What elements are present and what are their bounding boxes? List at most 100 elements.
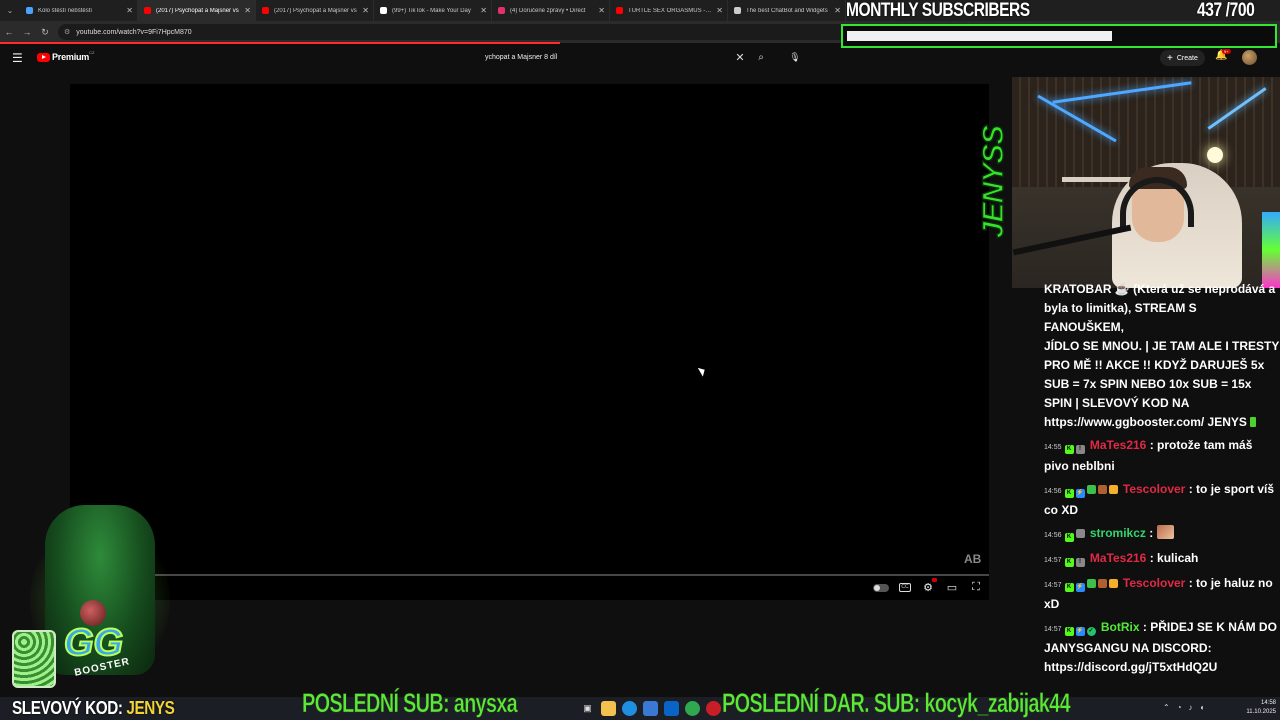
last-gift-sub-banner: POSLEDNÍ DAR. SUB: kocyk_zabijak44 [722,688,1071,719]
player-controls: CC ⚙ ▭ ⛶ [873,578,983,594]
microphone-icon[interactable]: 🎙 [786,48,804,67]
browser-tab[interactable]: TURTLE SEX ORGASMUS - YouTube ✕ [610,0,728,21]
site-info-icon[interactable]: ⚙ [64,28,70,36]
video-progress-bar[interactable] [70,574,989,576]
close-tab-icon[interactable]: ✕ [244,6,251,15]
forward-icon[interactable]: → [18,27,36,37]
chrome-icon[interactable] [685,701,700,716]
close-tab-icon[interactable]: ✕ [598,6,605,15]
chat-username[interactable]: stromikcz [1090,526,1146,540]
network-icon[interactable]: ◔ [1177,703,1182,712]
close-tab-icon[interactable]: ✕ [126,6,133,15]
browser-tab-strip: ⌄ Kolo štěstí nebštěstí ✕ (2017) Psychopa… [0,0,1280,21]
chat-username[interactable]: Tescolover [1123,482,1185,496]
autoplay-toggle[interactable] [873,583,889,592]
speaker-icon[interactable]: ◖ [1200,703,1205,712]
tab-favicon-icon [26,7,33,14]
chat-username[interactable]: BotRix [1101,620,1140,634]
cube-badge-icon [1086,485,1096,494]
browser-tab[interactable]: The best ChatBot and Widgets ✕ [728,0,846,21]
chat-timestamp: 14:57 [1044,582,1062,589]
tab-title: (2017) Psychopat a Majsner vs [156,7,239,14]
create-label: Create [1176,54,1198,62]
chat-username[interactable]: MaTes216 [1090,438,1146,452]
subtitles-icon[interactable]: CC [899,583,911,592]
search-icon[interactable]: ⌕ [751,48,771,67]
logo-text: Premium [52,52,90,62]
browser-tab-active[interactable]: (2017) Psychopat a Majsner vs ✕ [138,0,256,21]
sword-badge-icon [1097,485,1107,494]
tab-title: (4) Doručené zprávy • Direct [510,7,586,14]
settings-icon[interactable]: ⚙ [921,578,937,594]
chat-text: : kulicah [1149,551,1199,565]
tab-search-icon[interactable]: ⌄ [0,0,20,21]
stream-chat: KRATOBAR ☕ (Která už se neprodává a byla… [1036,280,1280,677]
tray-arrow-icon[interactable]: ⌃ [1163,703,1170,712]
back-icon[interactable]: ← [0,27,18,37]
close-tab-icon[interactable]: ✕ [362,6,369,15]
browser-tab[interactable]: (2017) Psychopat a Majsner vs ✕ [256,0,374,21]
verified-badge-icon: ✓ [1086,627,1096,636]
chat-timestamp: 14:56 [1044,488,1062,495]
mouse-cursor-icon [697,365,708,377]
browser-tab[interactable]: (99+) TikTok - Make Your Day ✕ [374,0,492,21]
browser-tab[interactable]: Kolo štěstí nebštěstí ✕ [20,0,138,21]
channel-watermark[interactable]: AB [964,552,981,566]
tab-title: Kolo štěstí nebštěstí [38,7,93,14]
url-field[interactable]: ⚙ youtube.com/watch?v=9Fi7HpcM870 [58,24,878,40]
chat-text: : [1149,526,1154,540]
chat-username[interactable]: MaTes216 [1090,551,1146,565]
create-button[interactable]: + Create [1160,50,1205,66]
search-input[interactable]: ychopat a Majsner 8 díl [480,54,732,61]
subs-goal: /700 [1225,0,1255,21]
avatar[interactable] [1242,50,1257,65]
close-tab-icon[interactable]: ✕ [480,6,487,15]
monthly-subscribers-title: MONTHLY SUBSCRIBERS [846,0,1030,21]
chat-timestamp: 14:56 [1044,532,1062,539]
store-icon[interactable] [643,701,658,716]
chat-line: byla to limitka), STREAM S FANOUŠKEM, [1044,301,1197,334]
subscriber-goal-fill [847,31,1112,41]
chat-line: KRATOBAR ☕ (Která už se neprodává a [1044,282,1276,296]
kick-badge-icon: K [1064,445,1074,454]
edge-icon[interactable] [622,701,637,716]
chat-timestamp: 14:55 [1044,444,1062,451]
close-tab-icon[interactable]: ✕ [834,6,841,15]
chat-message: 14:55 K! MaTes216 : protože tam máš pivo … [1036,436,1280,476]
mail-icon[interactable] [664,701,679,716]
youtube-logo[interactable]: Premium CZ [37,50,94,62]
bolt-badge-icon: ⚡ [1075,583,1085,592]
cube-badge-icon [1086,579,1096,588]
chat-pinned-message: KRATOBAR ☕ (Která už se neprodává a byla… [1036,280,1280,432]
clear-search-icon[interactable]: ✕ [732,51,748,64]
chat-line: PRO MĚ !! AKCE !! KDYŽ DARUJEŠ 5x [1044,358,1265,372]
fullscreen-icon[interactable]: ⛶ [969,581,983,594]
chat-timestamp: 14:57 [1044,626,1062,633]
tab-title: (99+) TikTok - Make Your Day [392,7,471,14]
kick-badge-icon: K [1064,583,1074,592]
close-tab-icon[interactable]: ✕ [716,6,723,15]
opera-icon[interactable] [706,701,721,716]
search-box[interactable]: ychopat a Majsner 8 díl ✕ [480,48,748,67]
youtube-play-icon [37,52,50,62]
chat-line: https://www.ggbooster.com/ JENYS [1044,413,1280,432]
kick-badge-icon: K [1064,533,1074,542]
sword-badge-icon: ! [1075,558,1085,567]
browser-tab[interactable]: (4) Doručené zprávy • Direct ✕ [492,0,610,21]
chat-link[interactable]: https://www.ggbooster.com/ JENYS [1044,415,1247,429]
task-view-icon[interactable]: ▣ [580,701,595,716]
file-explorer-icon[interactable] [601,701,616,716]
youtube-header: ☰ Premium CZ ychopat a Majsner 8 díl ✕ ⌕… [0,44,1280,72]
system-tray: ⌃ ◔ ♪ ◖ [1163,703,1204,712]
chatbot-favicon-icon [734,7,741,14]
volume-icon[interactable]: ♪ [1189,703,1193,712]
bolt-badge-icon: ⚡ [1075,627,1085,636]
video-player[interactable]: AB CC ⚙ ▭ ⛶ [70,84,989,600]
taskbar-clock[interactable]: 14:58 11.10.2025 [1240,699,1276,717]
menu-icon[interactable]: ☰ [12,51,23,65]
reload-icon[interactable]: ↻ [36,27,54,38]
theater-mode-icon[interactable]: ▭ [945,581,959,594]
chat-username[interactable]: Tescolover [1123,576,1185,590]
chat-message: 14:57 K ⚡ Tescolover : to je haluz no xD [1036,574,1280,614]
ggbooster-mascot: GG BOOSTER [0,500,175,695]
